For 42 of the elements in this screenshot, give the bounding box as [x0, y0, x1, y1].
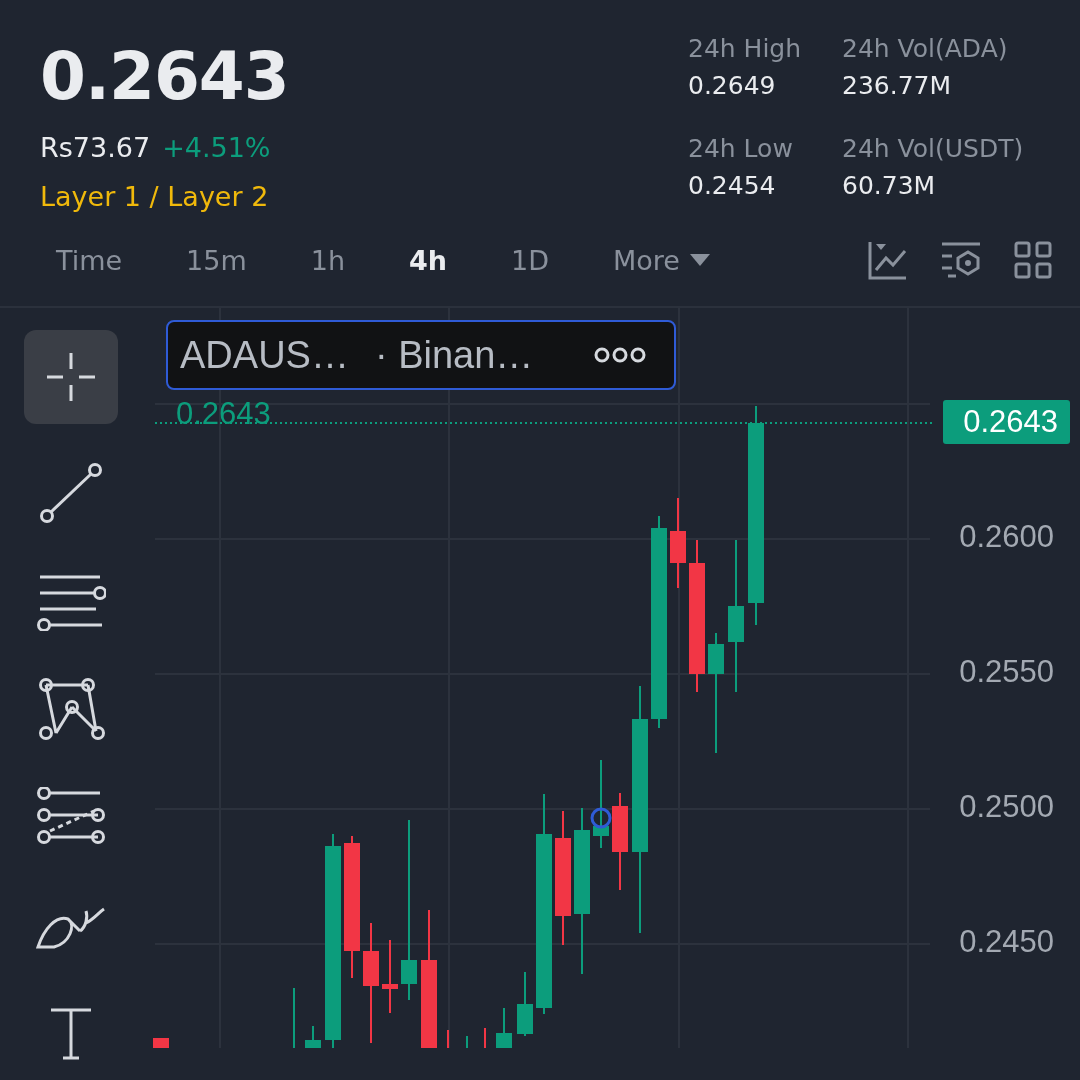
- axis-label: 0.2450: [959, 924, 1054, 960]
- crosshair-icon: [45, 351, 97, 403]
- interval-tab[interactable]: Time: [24, 244, 155, 276]
- current-price-tag: 0.2643: [943, 400, 1070, 444]
- fiat-price: Rs73.67: [40, 132, 151, 163]
- exchange-name: · Binan…: [374, 333, 534, 377]
- trend-line-icon: [39, 463, 103, 523]
- more-icon: [594, 347, 646, 363]
- interval-tab[interactable]: 1D: [479, 244, 582, 276]
- stat-label: 24h Vol(ADA): [842, 34, 1009, 63]
- symbol-name: ADAUS…: [180, 333, 349, 377]
- stat-value: 236.77M: [842, 71, 953, 100]
- category-link[interactable]: Layer 1 / Layer 2: [40, 181, 289, 212]
- candle: [517, 971, 533, 1037]
- price-change: +4.51%: [162, 132, 271, 163]
- caret-icon: [689, 254, 710, 267]
- fibonacci-lines-icon: [36, 787, 106, 847]
- axis-label: 0.2500: [959, 789, 1054, 825]
- line-chart-icon: [868, 240, 908, 281]
- text-tool-icon: [48, 1006, 94, 1060]
- candle: [496, 1007, 512, 1048]
- candle: [153, 1037, 169, 1048]
- last-price: 0.2643: [40, 37, 289, 117]
- axis-label: 0.2600: [959, 519, 1054, 555]
- stat-value: 0.2649: [688, 71, 777, 100]
- pattern-icon: [36, 677, 106, 741]
- price-line-label: 0.2643: [176, 396, 271, 432]
- stat-label: 24h Vol(USDT): [842, 134, 1025, 164]
- interval-tab[interactable]: 1h: [278, 244, 378, 276]
- stat-label: 24h High: [688, 34, 803, 63]
- indicator-settings-icon: [940, 241, 982, 280]
- marker-icon: [590, 807, 612, 829]
- interval-tab[interactable]: 15m: [154, 244, 279, 276]
- grid-icon: [1014, 241, 1052, 280]
- stat-value: 60.73M: [842, 171, 937, 201]
- stat-label: 24h Low: [688, 134, 794, 164]
- candle: [305, 1025, 321, 1048]
- interval-tab[interactable]: More: [581, 244, 742, 276]
- stat-value: 0.2454: [688, 171, 777, 201]
- more-button[interactable]: [594, 347, 646, 363]
- interval-tab[interactable]: 4h: [377, 244, 480, 276]
- axis-label: 0.2550: [959, 654, 1054, 690]
